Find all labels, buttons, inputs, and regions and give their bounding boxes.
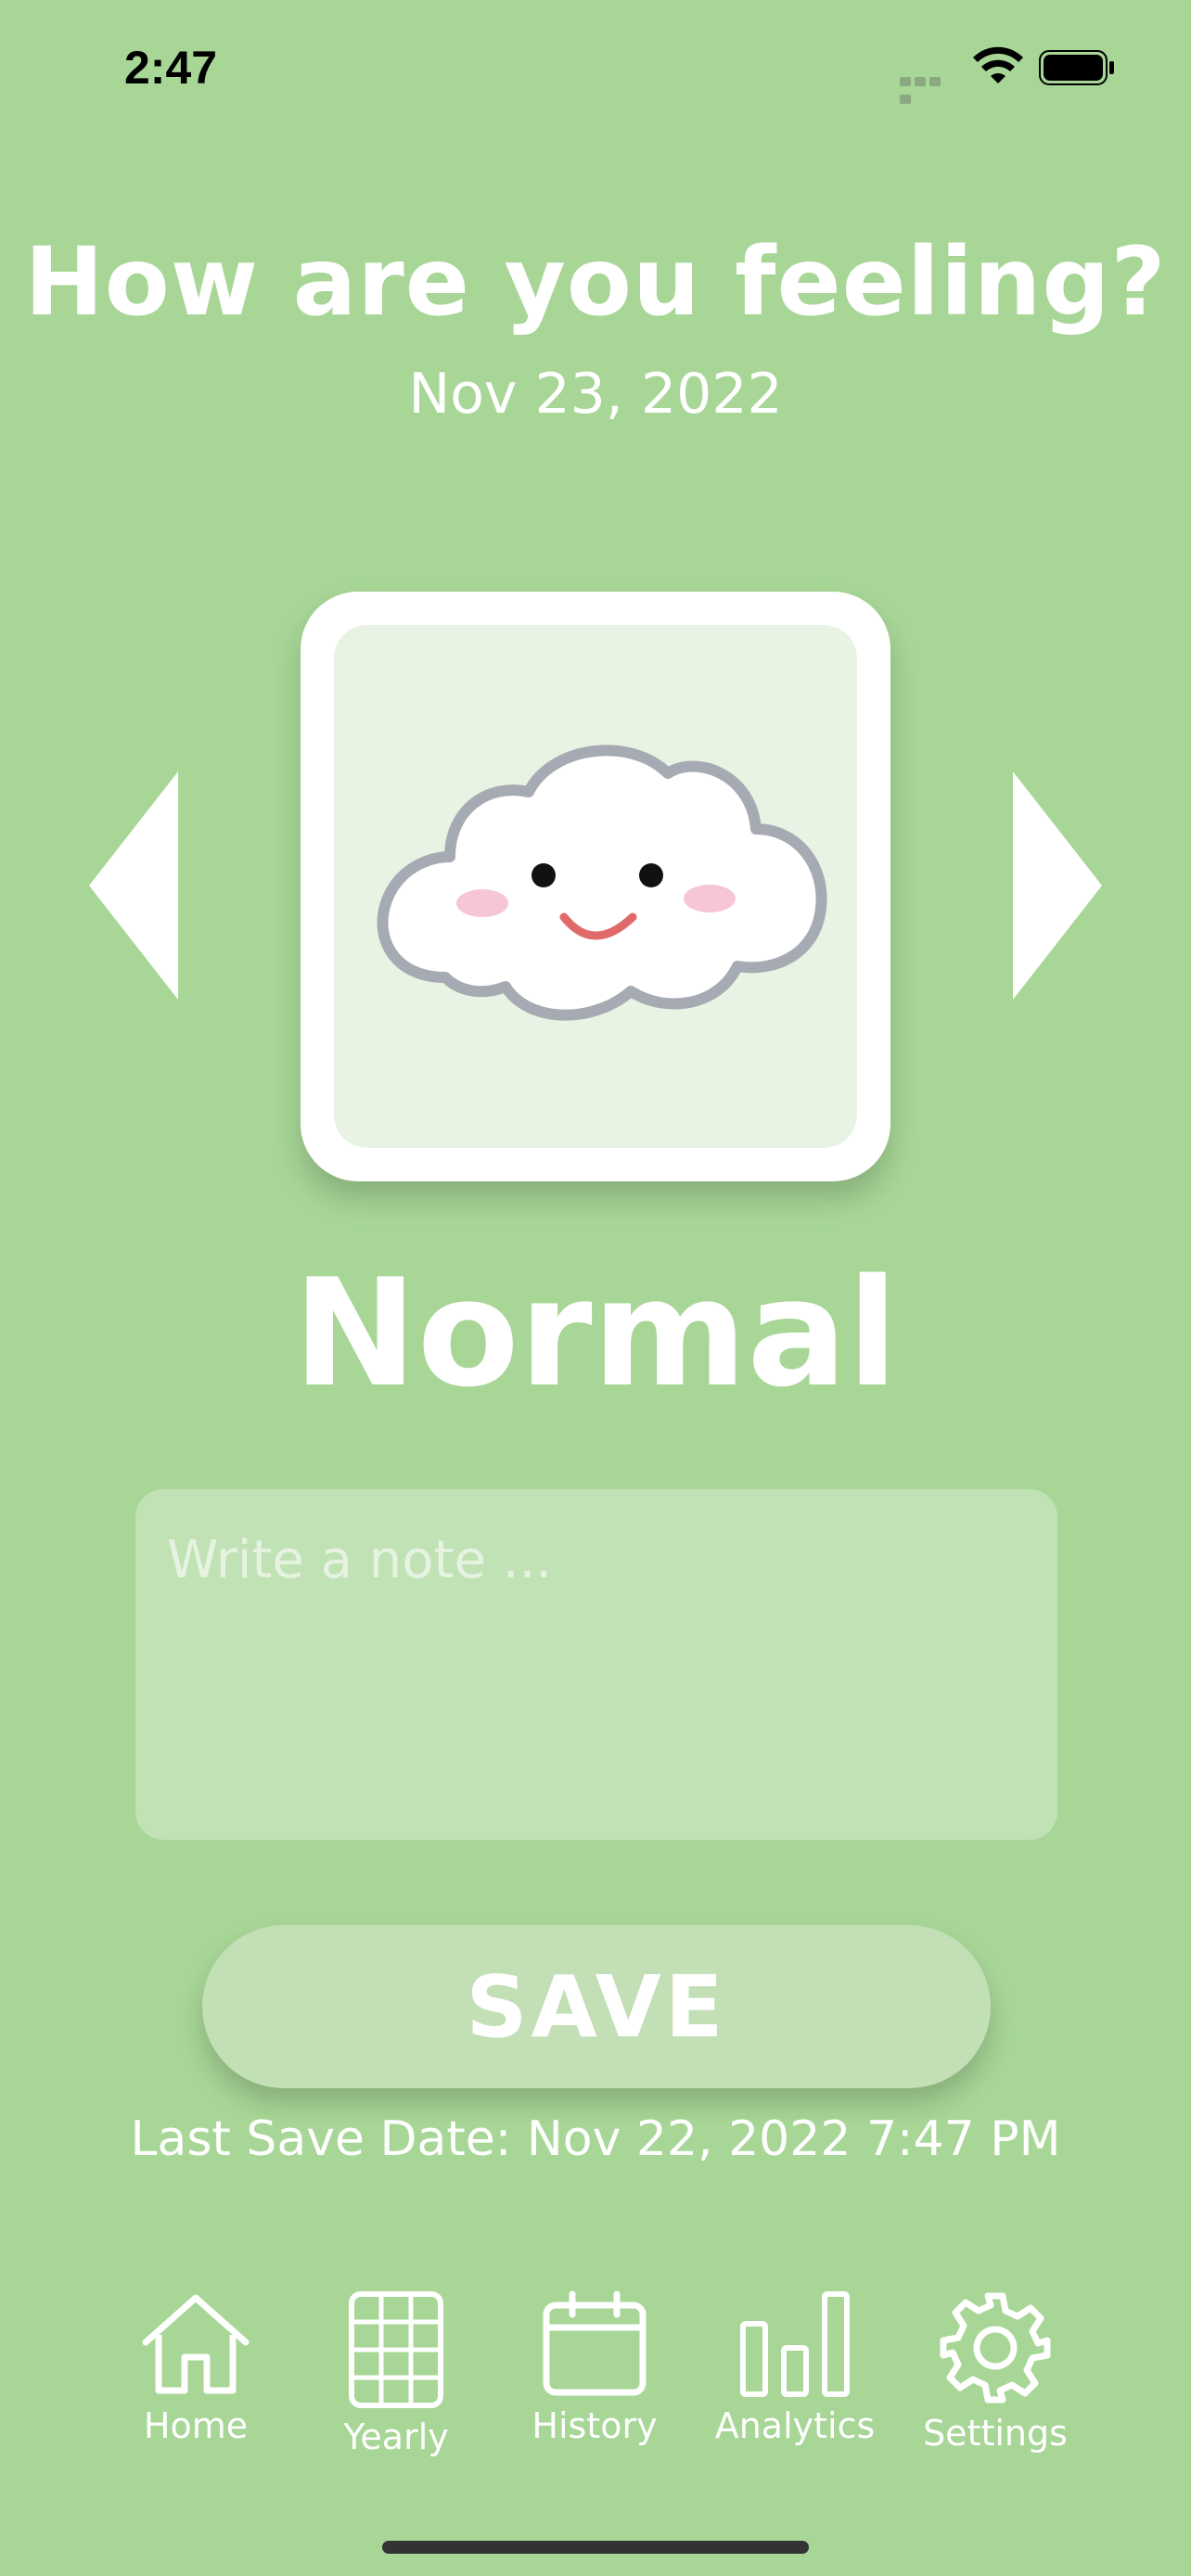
bar-chart-icon bbox=[740, 2291, 850, 2397]
next-mood-arrow-icon[interactable] bbox=[1013, 772, 1102, 1000]
tab-settings[interactable]: Settings bbox=[898, 2290, 1093, 2467]
status-time: 2:47 bbox=[124, 42, 218, 94]
mood-card[interactable] bbox=[301, 592, 890, 1181]
last-save-date: Last Save Date: Nov 22, 2022 7:47 PM bbox=[130, 2111, 1061, 2167]
tab-analytics[interactable]: Analytics bbox=[698, 2290, 892, 2467]
grid-icon bbox=[349, 2291, 443, 2408]
save-button[interactable]: SAVE bbox=[202, 1925, 991, 2088]
tab-yearly[interactable]: Yearly bbox=[299, 2290, 493, 2467]
tab-label: History bbox=[531, 2405, 658, 2446]
note-input[interactable] bbox=[135, 1489, 1057, 1840]
gear-icon bbox=[940, 2292, 1051, 2404]
home-indicator[interactable] bbox=[382, 2541, 809, 2554]
smiling-cloud-icon bbox=[377, 745, 827, 1021]
cellular-signal-icon bbox=[900, 72, 957, 104]
home-icon bbox=[142, 2294, 250, 2394]
tab-label: Home bbox=[143, 2405, 249, 2446]
tab-label: Settings bbox=[923, 2413, 1068, 2454]
mood-label: Normal bbox=[292, 1246, 899, 1420]
battery-icon bbox=[1039, 50, 1114, 85]
tab-label: Yearly bbox=[343, 2417, 449, 2457]
mood-card-inner bbox=[334, 625, 857, 1148]
wifi-icon bbox=[973, 46, 1023, 83]
tab-history[interactable]: History bbox=[497, 2290, 692, 2467]
tab-home[interactable]: Home bbox=[98, 2290, 293, 2467]
page-title: How are you feeling? bbox=[24, 227, 1167, 338]
calendar-icon bbox=[543, 2290, 647, 2396]
previous-mood-arrow-icon[interactable] bbox=[89, 772, 178, 1000]
tab-label: Analytics bbox=[714, 2405, 876, 2446]
current-date: Nov 23, 2022 bbox=[408, 362, 783, 427]
